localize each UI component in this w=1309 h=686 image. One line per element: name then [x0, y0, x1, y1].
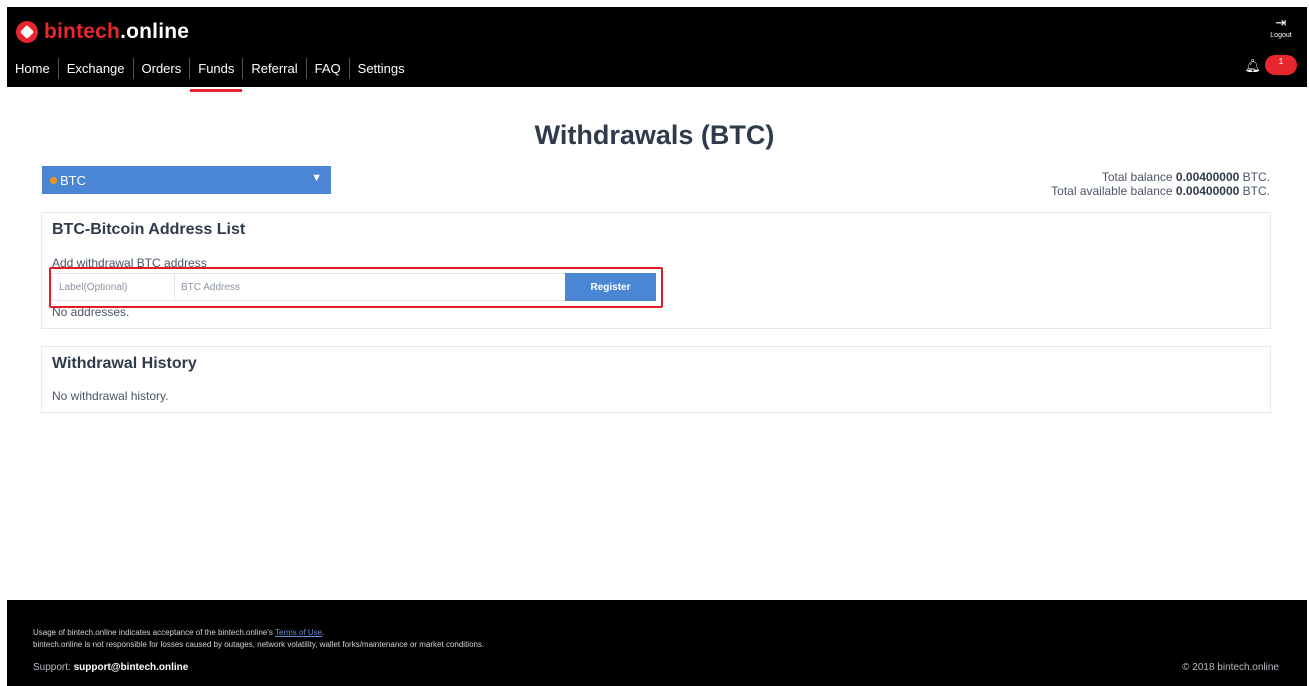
- withdrawal-history-panel: Withdrawal History No withdrawal history…: [41, 346, 1271, 413]
- logo[interactable]: bintech.online: [16, 19, 189, 45]
- total-balance-unit: BTC.: [1242, 170, 1270, 184]
- available-balance-label: Total available balance: [1051, 184, 1173, 198]
- logo-tld: .online: [120, 20, 190, 43]
- terms-of-use-link[interactable]: Terms of Use: [275, 628, 322, 637]
- nav-item-referral[interactable]: Referral: [243, 58, 307, 79]
- caret-down-icon: ▼: [311, 172, 322, 184]
- main-nav: Home Exchange Orders Funds Referral FAQ …: [7, 53, 413, 92]
- nav-item-funds[interactable]: Funds: [190, 58, 244, 92]
- withdrawal-history-title: Withdrawal History: [52, 355, 197, 372]
- address-list-title: BTC-Bitcoin Address List: [52, 221, 246, 238]
- empty-history-text: No withdrawal history.: [52, 389, 169, 403]
- page-title: Withdrawals (BTC): [534, 120, 775, 150]
- currency-select-value: BTC: [60, 173, 86, 188]
- support-email-link[interactable]: support@bintech.online: [74, 662, 189, 673]
- available-balance-value: 0.00400000: [1175, 184, 1240, 198]
- nav-item-home[interactable]: Home: [7, 58, 59, 79]
- empty-addresses-text: No addresses.: [52, 305, 130, 319]
- nav-item-settings[interactable]: Settings: [350, 58, 413, 79]
- bitcoin-coin-icon: [50, 177, 57, 184]
- footer-support: Support: support@bintech.online: [33, 662, 188, 673]
- notification-badge[interactable]: 1: [1265, 55, 1297, 75]
- nav-item-orders[interactable]: Orders: [134, 58, 191, 79]
- footer-copyright: © 2018 bintech.online: [1182, 662, 1279, 673]
- logo-text: bintech.online: [44, 20, 189, 44]
- total-balance-value: 0.00400000: [1175, 170, 1240, 184]
- add-address-form: Register: [52, 273, 660, 301]
- top-header: bintech.online Home Exchange Orders Fund…: [7, 7, 1307, 92]
- footer-disclaimer: bintech.online is not responsible for lo…: [33, 640, 485, 649]
- footer: Usage of bintech.online indicates accept…: [7, 600, 1307, 686]
- nav-item-exchange[interactable]: Exchange: [59, 58, 134, 79]
- logout-label: Logout: [1270, 32, 1292, 39]
- footer-usage-line: Usage of bintech.online indicates accept…: [33, 628, 324, 637]
- available-balance-unit: BTC.: [1242, 184, 1270, 198]
- logout-icon: ⇥: [1275, 15, 1287, 30]
- bell-icon[interactable]: 🔔︎: [1244, 58, 1261, 74]
- nav-item-faq[interactable]: FAQ: [307, 58, 350, 79]
- total-balance-line: Total balance 0.00400000 BTC.: [1051, 170, 1270, 184]
- label-input[interactable]: [52, 273, 174, 301]
- btc-address-input[interactable]: [174, 273, 565, 301]
- register-button[interactable]: Register: [565, 273, 656, 301]
- logo-brand: bintech: [44, 20, 121, 43]
- footer-usage-text: Usage of bintech.online indicates accept…: [33, 628, 273, 637]
- footer-usage-end: .: [322, 628, 325, 637]
- address-list-panel: BTC-Bitcoin Address List Add withdrawal …: [41, 212, 1271, 329]
- support-label: Support:: [33, 662, 71, 673]
- currency-select[interactable]: BTC ▼: [42, 166, 331, 194]
- available-balance-line: Total available balance 0.00400000 BTC.: [1051, 184, 1270, 198]
- logout-button[interactable]: ⇥ Logout: [1264, 15, 1298, 40]
- total-balance-label: Total balance: [1101, 170, 1173, 184]
- logo-mark-icon: [16, 21, 38, 43]
- balance-summary: Total balance 0.00400000 BTC. Total avai…: [1051, 170, 1270, 198]
